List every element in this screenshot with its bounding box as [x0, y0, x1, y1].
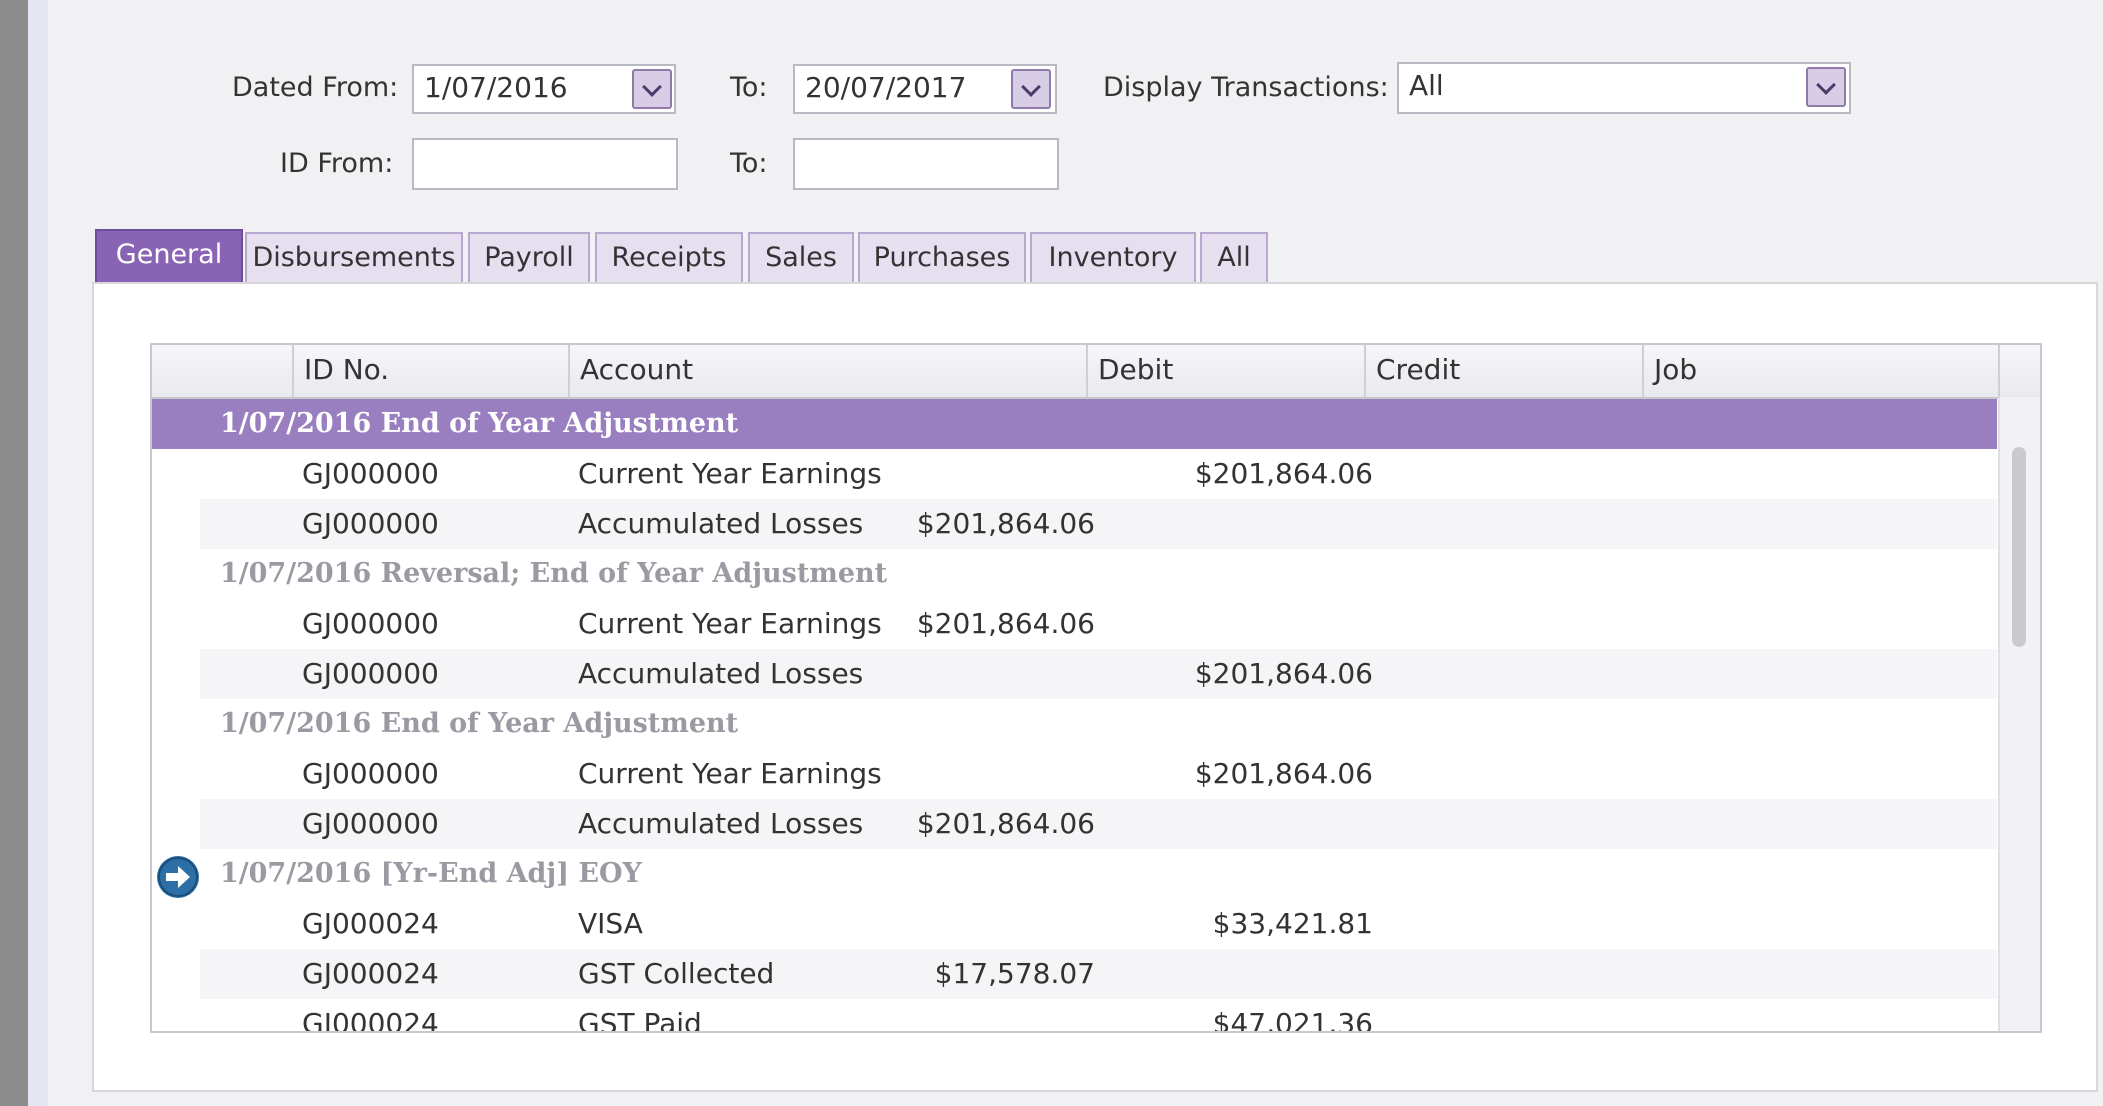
id-to-label: To: [730, 148, 768, 179]
account-cell: Current Year Earnings [578, 457, 882, 490]
scrollbar-thumb[interactable] [2012, 447, 2026, 647]
transaction-group-header[interactable]: 1/07/2016 End of Year Adjustment [152, 699, 1997, 749]
id-cell: GJ000000 [302, 607, 439, 640]
credit-cell: $47,021.36 [1212, 1007, 1373, 1033]
account-cell: GST Paid [578, 1007, 702, 1033]
display-transactions-dropdown-button[interactable] [1806, 67, 1846, 107]
debit-cell: $201,864.06 [916, 807, 1095, 840]
tab-sales[interactable]: Sales [748, 232, 854, 282]
credit-cell: $201,864.06 [1194, 757, 1373, 790]
id-from-label: ID From: [280, 148, 394, 179]
table-row[interactable]: GJ000000 Current Year Earnings $201,864.… [200, 449, 1997, 499]
account-cell: VISA [578, 907, 643, 940]
display-transactions-label: Display Transactions: [1103, 72, 1389, 103]
vertical-scrollbar[interactable] [1998, 397, 2040, 1031]
table-row[interactable]: GJ000024 VISA $33,421.81 [200, 899, 1997, 949]
tab-receipts[interactable]: Receipts [595, 232, 743, 282]
table-row[interactable]: GJ000000 Accumulated Losses $201,864.06 [200, 649, 1997, 699]
group-title: 1/07/2016 End of Year Adjustment [220, 408, 739, 439]
dated-to-label: To: [730, 72, 768, 103]
left-window-edge [0, 0, 28, 1106]
table-row[interactable]: GJ000024 GST Paid $47,021.36 [200, 999, 1997, 1033]
column-header-id[interactable]: ID No. [292, 345, 568, 397]
account-cell: Accumulated Losses [578, 657, 864, 690]
id-cell: GJ000000 [302, 657, 439, 690]
dated-from-label: Dated From: [232, 72, 399, 103]
account-cell: GST Collected [578, 957, 775, 990]
debit-cell: $201,864.06 [916, 507, 1095, 540]
tab-purchases[interactable]: Purchases [858, 232, 1026, 282]
id-cell: GJ000000 [302, 457, 439, 490]
credit-cell: $201,864.06 [1194, 657, 1373, 690]
group-title: 1/07/2016 [Yr-End Adj] EOY [220, 858, 642, 889]
table-row[interactable]: GJ000024 GST Collected $17,578.07 [200, 949, 1997, 999]
account-cell: Accumulated Losses [578, 507, 864, 540]
credit-cell: $201,864.06 [1194, 457, 1373, 490]
account-cell: Current Year Earnings [578, 757, 882, 790]
group-title: 1/07/2016 Reversal; End of Year Adjustme… [220, 558, 888, 589]
id-cell: GJ000000 [302, 507, 439, 540]
id-to-field[interactable] [793, 138, 1059, 190]
id-from-field[interactable] [412, 138, 678, 190]
transaction-group-header[interactable]: 1/07/2016 Reversal; End of Year Adjustme… [152, 549, 1997, 599]
credit-cell: $33,421.81 [1212, 907, 1373, 940]
id-cell: GJ000024 [302, 907, 439, 940]
id-cell: GJ000000 [302, 807, 439, 840]
table-row[interactable]: GJ000000 Current Year Earnings $201,864.… [200, 599, 1997, 649]
debit-cell: $17,578.07 [934, 957, 1095, 990]
account-cell: Current Year Earnings [578, 607, 882, 640]
id-cell: GJ000000 [302, 757, 439, 790]
tab-inventory[interactable]: Inventory [1030, 232, 1196, 282]
account-cell: Accumulated Losses [578, 807, 864, 840]
tab-disbursements[interactable]: Disbursements [245, 232, 463, 282]
dated-from-calendar-button[interactable] [632, 69, 672, 109]
tab-general[interactable]: General [95, 229, 243, 283]
debit-cell: $201,864.06 [916, 607, 1095, 640]
id-cell: GJ000024 [302, 957, 439, 990]
dated-to-calendar-button[interactable] [1011, 69, 1051, 109]
column-header-credit[interactable]: Credit [1364, 345, 1642, 397]
zoom-arrow-icon[interactable] [157, 856, 199, 898]
left-panel-strip [28, 0, 48, 1106]
id-cell: GJ000024 [302, 1007, 439, 1033]
column-header-spacer [1998, 345, 2040, 397]
tab-payroll[interactable]: Payroll [468, 232, 590, 282]
group-title: 1/07/2016 End of Year Adjustment [220, 708, 739, 739]
column-header-job[interactable]: Job [1642, 345, 1998, 397]
table-row[interactable]: GJ000000 Current Year Earnings $201,864.… [200, 749, 1997, 799]
transaction-group-header[interactable]: 1/07/2016 End of Year Adjustment [152, 399, 1997, 449]
column-header-debit[interactable]: Debit [1086, 345, 1364, 397]
transactions-grid[interactable]: ID No. Account Debit Credit Job 1/07/201… [150, 343, 2042, 1033]
grid-header: ID No. Account Debit Credit Job [152, 345, 2040, 399]
display-transactions-select[interactable]: All [1397, 62, 1851, 114]
transaction-group-header[interactable]: 1/07/2016 [Yr-End Adj] EOY [152, 849, 1997, 899]
tab-all[interactable]: All [1200, 232, 1268, 282]
table-row[interactable]: GJ000000 Accumulated Losses $201,864.06 [200, 499, 1997, 549]
column-header-account[interactable]: Account [568, 345, 1086, 397]
table-row[interactable]: GJ000000 Accumulated Losses $201,864.06 [200, 799, 1997, 849]
